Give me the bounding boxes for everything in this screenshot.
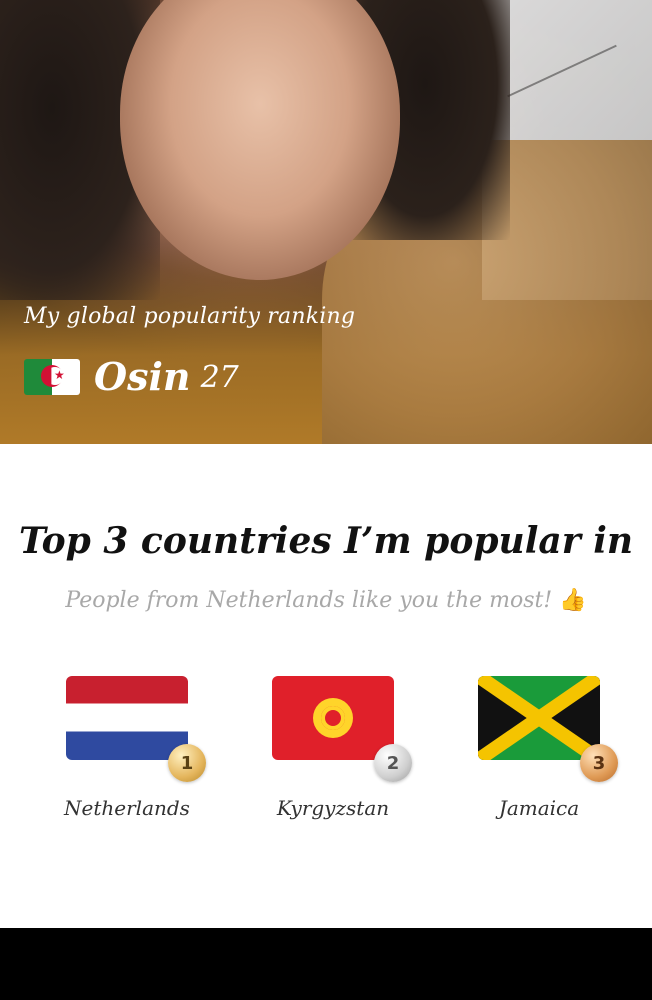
netherlands-flag-icon (66, 676, 188, 760)
country-name: Jamaica (498, 796, 580, 820)
silver-medal-badge: 2 (374, 744, 412, 782)
card-title: Top 3 countries I’m popular in (18, 520, 634, 562)
algeria-flag-icon: ★ (24, 359, 80, 395)
gold-medal-badge: 1 (168, 744, 206, 782)
country-name: Netherlands (64, 796, 190, 820)
country-list: 1 Netherlands 2 Kyrgyzstan 3 Jamaica (0, 676, 652, 836)
profile-photo-banner: My global popularity ranking ★ Osin 27 (0, 0, 652, 444)
card-subtitle: People from Netherlands like you the mos… (0, 588, 652, 613)
profile-name-row: ★ Osin 27 (24, 354, 239, 400)
jamaica-flag-icon (478, 676, 600, 760)
bottom-bar (0, 928, 652, 1000)
thumbs-up-icon: 👍 (559, 588, 587, 613)
profile-age: 27 (200, 359, 239, 395)
country-item-netherlands[interactable]: 1 Netherlands (37, 676, 217, 820)
ranking-caption: My global popularity ranking (24, 304, 356, 329)
profile-name: Osin (94, 354, 191, 399)
kyrgyzstan-flag-icon (272, 676, 394, 760)
country-item-kyrgyzstan[interactable]: 2 Kyrgyzstan (243, 676, 423, 820)
popular-countries-card: Top 3 countries I’m popular in People fr… (0, 444, 652, 928)
country-name: Kyrgyzstan (276, 796, 390, 820)
bronze-medal-badge: 3 (580, 744, 618, 782)
country-item-jamaica[interactable]: 3 Jamaica (449, 676, 629, 820)
subtitle-text: People from Netherlands like you the mos… (65, 588, 553, 613)
